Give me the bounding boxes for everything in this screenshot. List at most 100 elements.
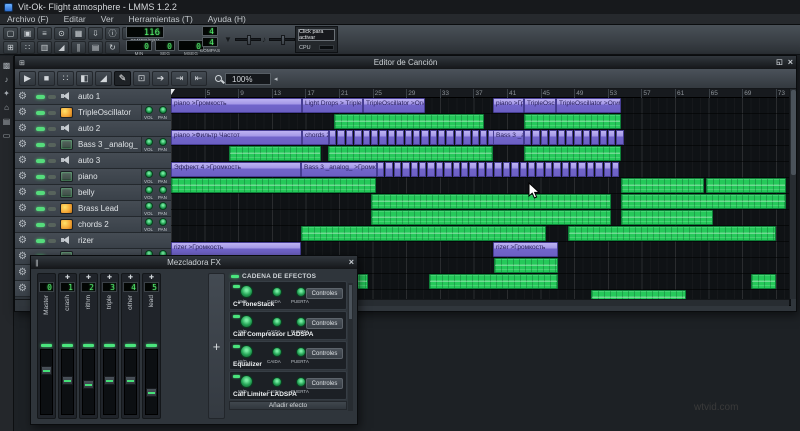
timeline[interactable]: 5913172125293337414549535761656973 xyxy=(171,89,791,98)
channel-fader[interactable] xyxy=(61,349,74,415)
add-sample-track-button[interactable]: ◧ xyxy=(76,71,93,86)
sample-pattern[interactable] xyxy=(524,146,621,161)
automation-pattern[interactable]: piano >Гром xyxy=(493,98,524,113)
sample-pattern[interactable] xyxy=(334,114,484,129)
automation-pattern-cells[interactable] xyxy=(524,130,621,145)
solo-led[interactable] xyxy=(48,111,56,115)
controls-button[interactable]: Controles xyxy=(306,348,343,359)
gear-icon[interactable]: ⚙ xyxy=(18,171,27,182)
sample-pattern[interactable] xyxy=(621,210,713,225)
automation-cell[interactable] xyxy=(541,130,548,145)
automation-cell[interactable] xyxy=(578,162,585,177)
presets-icon[interactable]: ✦ xyxy=(3,89,10,98)
save-project-icon[interactable]: ▦ xyxy=(71,27,86,40)
automation-cell[interactable] xyxy=(536,162,543,177)
sample-pattern[interactable] xyxy=(328,146,493,161)
controls-button[interactable]: Controles xyxy=(306,288,343,299)
automation-cell[interactable] xyxy=(469,162,476,177)
effect-enabled-led[interactable] xyxy=(233,345,240,348)
effects-scrollbar[interactable] xyxy=(348,283,353,411)
automation-pattern-cells[interactable] xyxy=(329,130,493,145)
track-lane[interactable]: piano >ГромкостьLight Drops > TripleOsci… xyxy=(171,98,791,114)
piano-roll-icon[interactable]: ▥ xyxy=(37,41,52,54)
song-editor-icon[interactable]: ⊞ xyxy=(3,41,18,54)
zoom-decrease-arrow-icon[interactable]: ◂ xyxy=(274,75,278,83)
automation-pattern[interactable]: Bass 3 _analog_ >Громко xyxy=(301,162,377,177)
track-name[interactable]: Brass Lead xyxy=(78,204,118,213)
menu-archivo[interactable]: Archivo (F) xyxy=(7,14,49,24)
mute-led[interactable] xyxy=(36,207,45,211)
open-project-icon[interactable]: ≡ xyxy=(37,27,52,40)
instrument-icon[interactable] xyxy=(60,219,73,230)
track-header[interactable]: ⚙auto 2 xyxy=(15,121,171,137)
solo-led[interactable] xyxy=(48,239,56,243)
pan-knob[interactable] xyxy=(159,202,167,210)
automation-cell[interactable] xyxy=(402,162,409,177)
automation-cell[interactable] xyxy=(438,130,445,145)
fader-handle[interactable] xyxy=(146,388,157,397)
fader-handle[interactable] xyxy=(41,366,52,375)
effect-row[interactable]: W/DCAIDAPUERTAControlesEqualizer xyxy=(229,341,347,370)
sample-pattern[interactable] xyxy=(301,226,546,241)
vertical-scrollbar-thumb[interactable] xyxy=(791,90,796,175)
gate-knob[interactable] xyxy=(296,377,306,387)
automation-cell[interactable] xyxy=(444,162,451,177)
automation-cell[interactable] xyxy=(396,130,403,145)
gear-icon[interactable]: ⚙ xyxy=(18,107,27,118)
automation-cell[interactable] xyxy=(480,130,487,145)
controller-rack-icon[interactable]: ↻ xyxy=(105,41,120,54)
solo-led[interactable] xyxy=(48,143,56,147)
sample-pattern[interactable] xyxy=(229,146,321,161)
mute-led[interactable] xyxy=(36,127,45,131)
sample-pattern[interactable] xyxy=(524,114,621,129)
solo-led[interactable] xyxy=(48,175,56,179)
mixer-channel-triple[interactable]: ✚3triple xyxy=(100,273,119,419)
track-lane[interactable] xyxy=(171,194,791,210)
gear-icon[interactable]: ⚙ xyxy=(18,203,27,214)
add-bb-track-button[interactable]: ∷ xyxy=(57,71,74,86)
mute-led[interactable] xyxy=(36,175,45,179)
automation-cell[interactable] xyxy=(595,162,602,177)
automation-cell[interactable] xyxy=(574,130,581,145)
channel-led[interactable] xyxy=(125,344,136,347)
close-icon[interactable]: × xyxy=(788,58,793,67)
effects-scrollbar-thumb[interactable] xyxy=(349,285,352,319)
channel-led[interactable] xyxy=(83,344,94,347)
channel-fader[interactable] xyxy=(103,349,116,415)
automation-cell[interactable] xyxy=(337,130,344,145)
channel-fader[interactable] xyxy=(40,349,53,415)
new-project-icon[interactable]: ▢ xyxy=(3,27,18,40)
recently-opened-icon[interactable]: ⊙ xyxy=(54,27,69,40)
fx-mixer-icon[interactable]: ∥ xyxy=(71,41,86,54)
track-header[interactable]: ⚙pianoVOLPAN xyxy=(15,169,171,185)
add-effect-button[interactable]: Añadir efecto xyxy=(229,401,347,410)
channel-led[interactable] xyxy=(146,344,157,347)
automation-cell[interactable] xyxy=(566,130,573,145)
os-titlebar[interactable]: Vit-Ok- Flight atmosphere - LMMS 1.2.2 xyxy=(0,0,800,14)
automation-cell[interactable] xyxy=(463,130,470,145)
decay-knob[interactable] xyxy=(272,377,282,387)
automation-cell[interactable] xyxy=(421,130,428,145)
sample-pattern[interactable] xyxy=(371,194,611,209)
gear-icon[interactable]: ⚙ xyxy=(18,251,27,262)
automation-cell[interactable] xyxy=(419,162,426,177)
channel-led[interactable] xyxy=(62,344,73,347)
track-name[interactable]: rizer xyxy=(78,236,94,245)
automation-cell[interactable] xyxy=(472,130,479,145)
decay-knob[interactable] xyxy=(272,287,282,297)
track-header[interactable]: ⚙Brass LeadVOLPAN xyxy=(15,201,171,217)
automation-cell[interactable] xyxy=(455,130,462,145)
gear-icon[interactable]: ⚙ xyxy=(18,219,27,230)
add-automation-track-button[interactable]: ◢ xyxy=(95,71,112,86)
sample-pattern[interactable] xyxy=(621,178,704,193)
mixer-channel-master[interactable]: 0Master xyxy=(37,273,56,419)
automation-pattern[interactable]: TripleOscillator >Огибание xyxy=(363,98,425,113)
automation-pattern[interactable]: chords 2 >Гр xyxy=(302,130,329,145)
automation-cell[interactable] xyxy=(385,162,392,177)
solo-led[interactable] xyxy=(48,159,56,163)
solo-led[interactable] xyxy=(48,191,56,195)
effect-enabled-led[interactable] xyxy=(233,375,240,378)
channel-send-button[interactable]: ✚ xyxy=(65,274,70,282)
automation-cell[interactable] xyxy=(494,162,501,177)
track-header[interactable]: ⚙auto 1 xyxy=(15,89,171,105)
